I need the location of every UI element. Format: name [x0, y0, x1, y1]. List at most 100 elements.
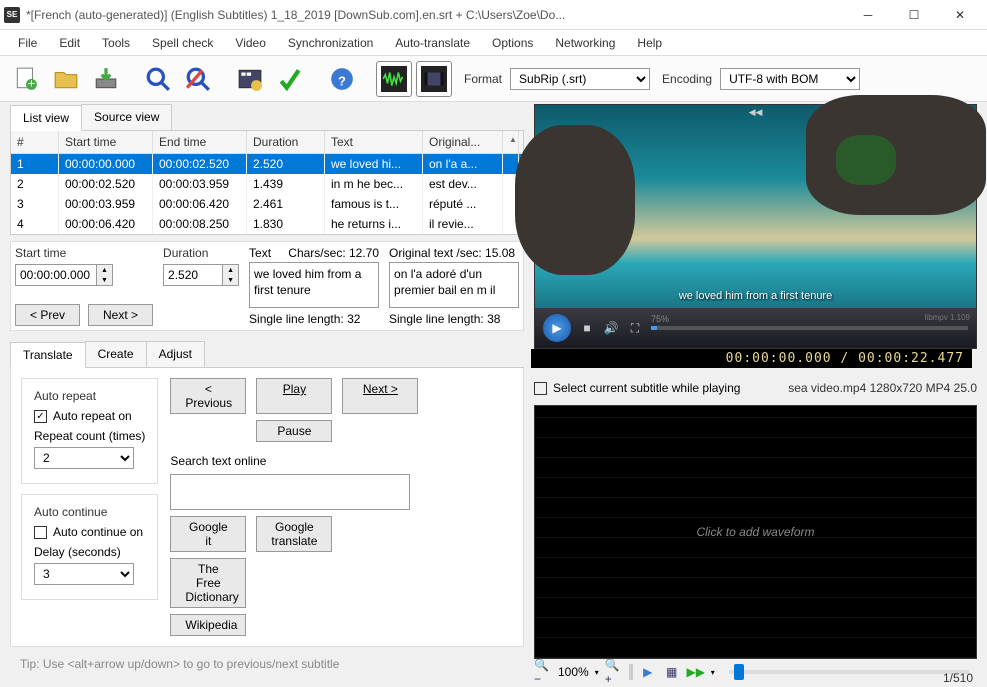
video-progress[interactable]: 75%	[651, 326, 968, 330]
zoom-dropdown-icon[interactable]: ▾	[595, 668, 599, 677]
duration-input[interactable]: ▲▼	[163, 264, 239, 286]
video-info: sea video.mp4 1280x720 MP4 25.0	[788, 381, 977, 395]
trans-previous-button[interactable]: < Previous	[170, 378, 246, 414]
translate-tabs: Translate Create Adjust	[10, 341, 524, 368]
video-time: 00:00:00.000 / 00:00:22.477	[531, 349, 972, 368]
menu-tools[interactable]: Tools	[92, 33, 140, 53]
toolbar: + ? Format SubRip (.srt) Encoding UTF-8 …	[0, 56, 987, 102]
menu-file[interactable]: File	[8, 33, 47, 53]
gtranslate-button[interactable]: Google translate	[256, 516, 332, 552]
close-button[interactable]: ✕	[937, 0, 983, 30]
menu-spellcheck[interactable]: Spell check	[142, 33, 223, 53]
trans-play-button[interactable]: Play	[256, 378, 332, 414]
tip-text: Tip: Use <alt+arrow up/down> to go to pr…	[10, 651, 524, 677]
scroll-up-icon[interactable]: ▲	[503, 131, 519, 153]
col-start[interactable]: Start time	[59, 131, 153, 153]
replace-icon[interactable]	[180, 61, 216, 97]
menu-autotranslate[interactable]: Auto-translate	[385, 33, 480, 53]
autocontinue-checkbox[interactable]: Auto continue on	[34, 525, 145, 539]
text-sll: Single line length: 32	[249, 312, 379, 326]
visual-sync-icon[interactable]	[232, 61, 268, 97]
repeat-count-select[interactable]: 2	[34, 447, 134, 469]
google-button[interactable]: Google it	[170, 516, 246, 552]
video-player[interactable]: we loved him from a first tenure ◀◀ ▶ ■ …	[534, 104, 977, 349]
table-row[interactable]: 400:00:06.42000:00:08.2501.830he returns…	[11, 214, 523, 234]
autocontinue-group: Auto continue Auto continue on Delay (se…	[21, 494, 158, 600]
start-time-input[interactable]: ▲▼	[15, 264, 153, 286]
video-stop-icon[interactable]: ■	[579, 321, 595, 335]
menu-networking[interactable]: Networking	[545, 33, 625, 53]
delay-select[interactable]: 3	[34, 563, 134, 585]
text-input[interactable]: we loved him from a first tenure	[249, 262, 379, 308]
col-dur[interactable]: Duration	[247, 131, 325, 153]
menu-options[interactable]: Options	[482, 33, 543, 53]
wave-forward-icon[interactable]: ▶▶	[687, 663, 705, 681]
tab-adjust[interactable]: Adjust	[146, 341, 205, 367]
menu-video[interactable]: Video	[225, 33, 275, 53]
translate-panel: Auto repeat ✓Auto repeat on Repeat count…	[10, 368, 524, 647]
encoding-label: Encoding	[662, 72, 712, 86]
col-end[interactable]: End time	[153, 131, 247, 153]
video-play-button[interactable]: ▶	[543, 314, 571, 342]
next-button[interactable]: Next >	[88, 304, 153, 326]
table-row[interactable]: 300:00:03.95900:00:06.4202.461famous is …	[11, 194, 523, 214]
encoding-select[interactable]: UTF-8 with BOM	[720, 68, 860, 90]
subtitle-grid: # Start time End time Duration Text Orig…	[10, 131, 524, 235]
menu-help[interactable]: Help	[627, 33, 672, 53]
new-file-icon[interactable]: +	[8, 61, 44, 97]
wave-play-icon[interactable]: ▶	[639, 663, 657, 681]
format-select[interactable]: SubRip (.srt)	[510, 68, 650, 90]
maximize-button[interactable]: ☐	[891, 0, 937, 30]
window-title: *[French (auto-generated)] (English Subt…	[26, 8, 845, 22]
trans-next-button[interactable]: Next >	[342, 378, 418, 414]
svg-text:?: ?	[338, 73, 346, 88]
minimize-button[interactable]: ─	[845, 0, 891, 30]
help-icon[interactable]: ?	[324, 61, 360, 97]
video-toggle-icon[interactable]	[416, 61, 452, 97]
select-while-playing-checkbox[interactable]: Select current subtitle while playing	[534, 381, 740, 395]
video-fullscreen-icon[interactable]: ⛶	[627, 321, 643, 336]
save-icon[interactable]	[88, 61, 124, 97]
trans-pause-button[interactable]: Pause	[256, 420, 332, 442]
open-file-icon[interactable]	[48, 61, 84, 97]
waveform-position-slider[interactable]	[729, 670, 969, 674]
wikipedia-button[interactable]: Wikipedia	[170, 614, 246, 636]
menubar: File Edit Tools Spell check Video Synchr…	[0, 30, 987, 56]
tab-sourceview[interactable]: Source view	[81, 104, 172, 130]
duration-label: Duration	[163, 246, 239, 260]
waveform-toggle-icon[interactable]	[376, 61, 412, 97]
table-row[interactable]: 100:00:00.00000:00:02.5202.520we loved h…	[11, 154, 523, 174]
autorepeat-group: Auto repeat ✓Auto repeat on Repeat count…	[21, 378, 158, 484]
start-time-label: Start time	[15, 246, 153, 260]
video-subtitle-overlay: we loved him from a first tenure	[535, 290, 976, 302]
menu-sync[interactable]: Synchronization	[278, 33, 383, 53]
col-text[interactable]: Text	[325, 131, 423, 153]
freedict-button[interactable]: The Free Dictionary	[170, 558, 246, 608]
orig-text-input[interactable]: on l'a adoré d'un premier bail en m il	[389, 262, 519, 308]
col-orig[interactable]: Original...	[423, 131, 503, 153]
find-icon[interactable]	[140, 61, 176, 97]
search-input[interactable]	[170, 474, 410, 510]
waveform-area[interactable]: Click to add waveform	[534, 405, 977, 659]
video-volume-icon[interactable]: 🔊	[603, 321, 619, 335]
orig-label: Original text /sec: 15.08	[389, 246, 515, 260]
waveform-placeholder: Click to add waveform	[696, 525, 814, 539]
tab-listview[interactable]: List view	[10, 105, 82, 131]
zoom-in-icon[interactable]: 🔍+	[605, 663, 623, 681]
wave-dropdown-icon[interactable]: ▾	[711, 668, 715, 677]
wave-grid-icon[interactable]: ▦	[663, 663, 681, 681]
autorepeat-checkbox[interactable]: ✓Auto repeat on	[34, 409, 145, 423]
tab-translate[interactable]: Translate	[10, 342, 86, 368]
col-num[interactable]: #	[11, 131, 59, 153]
menu-edit[interactable]: Edit	[49, 33, 90, 53]
spellcheck-icon[interactable]	[272, 61, 308, 97]
svg-text:+: +	[28, 75, 36, 90]
prev-button[interactable]: < Prev	[15, 304, 80, 326]
zoom-out-icon[interactable]: 🔍−	[534, 663, 552, 681]
grid-header: # Start time End time Duration Text Orig…	[11, 131, 523, 154]
app-icon: SE	[4, 7, 20, 23]
seek-top-icon[interactable]: ◀◀	[749, 107, 763, 118]
cps-label: Chars/sec: 12.70	[288, 246, 379, 260]
table-row[interactable]: 200:00:02.52000:00:03.9591.439in m he be…	[11, 174, 523, 194]
tab-create[interactable]: Create	[85, 341, 147, 367]
